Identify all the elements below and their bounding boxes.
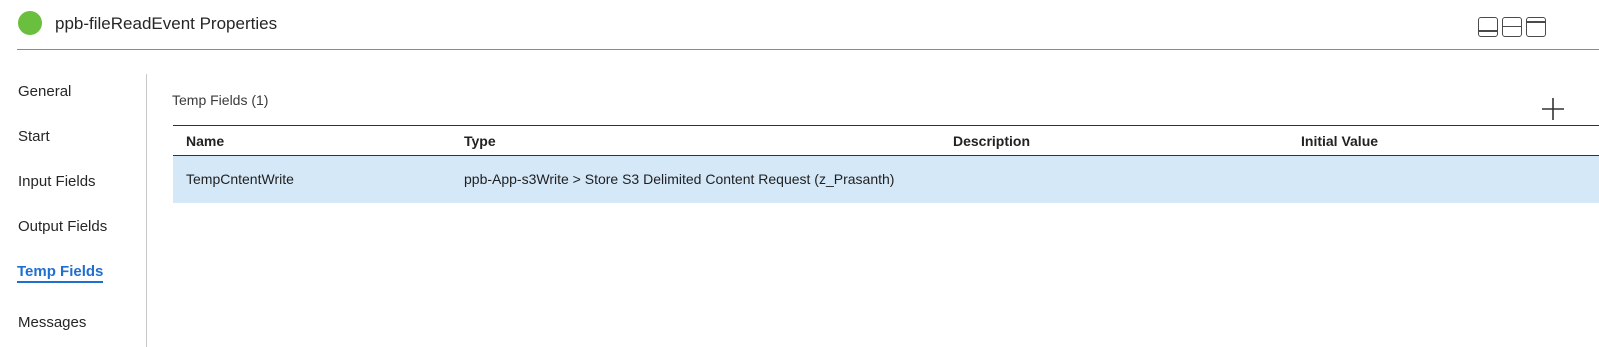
column-header-name[interactable]: Name [186,133,224,149]
cell-name[interactable]: TempCntentWrite [186,171,294,187]
properties-sidebar: General Start Input Fields Output Fields… [0,74,147,347]
layout-toggle-group [1478,17,1546,39]
temp-fields-table: Name Type Description Initial Value Temp… [173,125,1599,203]
sidebar-item-general[interactable]: General [18,83,71,100]
column-header-type[interactable]: Type [464,133,496,149]
add-temp-field-button[interactable] [1540,96,1566,122]
section-title: Temp Fields (1) [172,92,269,108]
status-indicator [18,11,42,35]
table-row[interactable]: TempCntentWrite ppb-App-s3Write > Store … [173,156,1599,203]
table-header: Name Type Description Initial Value [173,125,1599,156]
column-header-initial-value[interactable]: Initial Value [1301,133,1378,149]
layout-split-icon[interactable] [1502,17,1522,37]
sidebar-item-temp-fields[interactable]: Temp Fields [17,263,104,283]
layout-bottom-panel-icon[interactable] [1478,17,1498,37]
properties-header: ppb-fileReadEvent Properties [0,0,1599,50]
layout-top-panel-icon[interactable] [1526,17,1546,37]
plus-icon [1542,98,1564,120]
sidebar-item-input-fields[interactable]: Input Fields [18,173,96,190]
page-title: ppb-fileReadEvent Properties [55,14,278,33]
column-header-description[interactable]: Description [953,133,1030,149]
sidebar-item-messages[interactable]: Messages [18,314,86,331]
sidebar-item-output-fields[interactable]: Output Fields [18,218,107,235]
cell-type[interactable]: ppb-App-s3Write > Store S3 Delimited Con… [464,171,894,187]
sidebar-item-start[interactable]: Start [18,128,50,145]
header-divider [17,49,1599,50]
